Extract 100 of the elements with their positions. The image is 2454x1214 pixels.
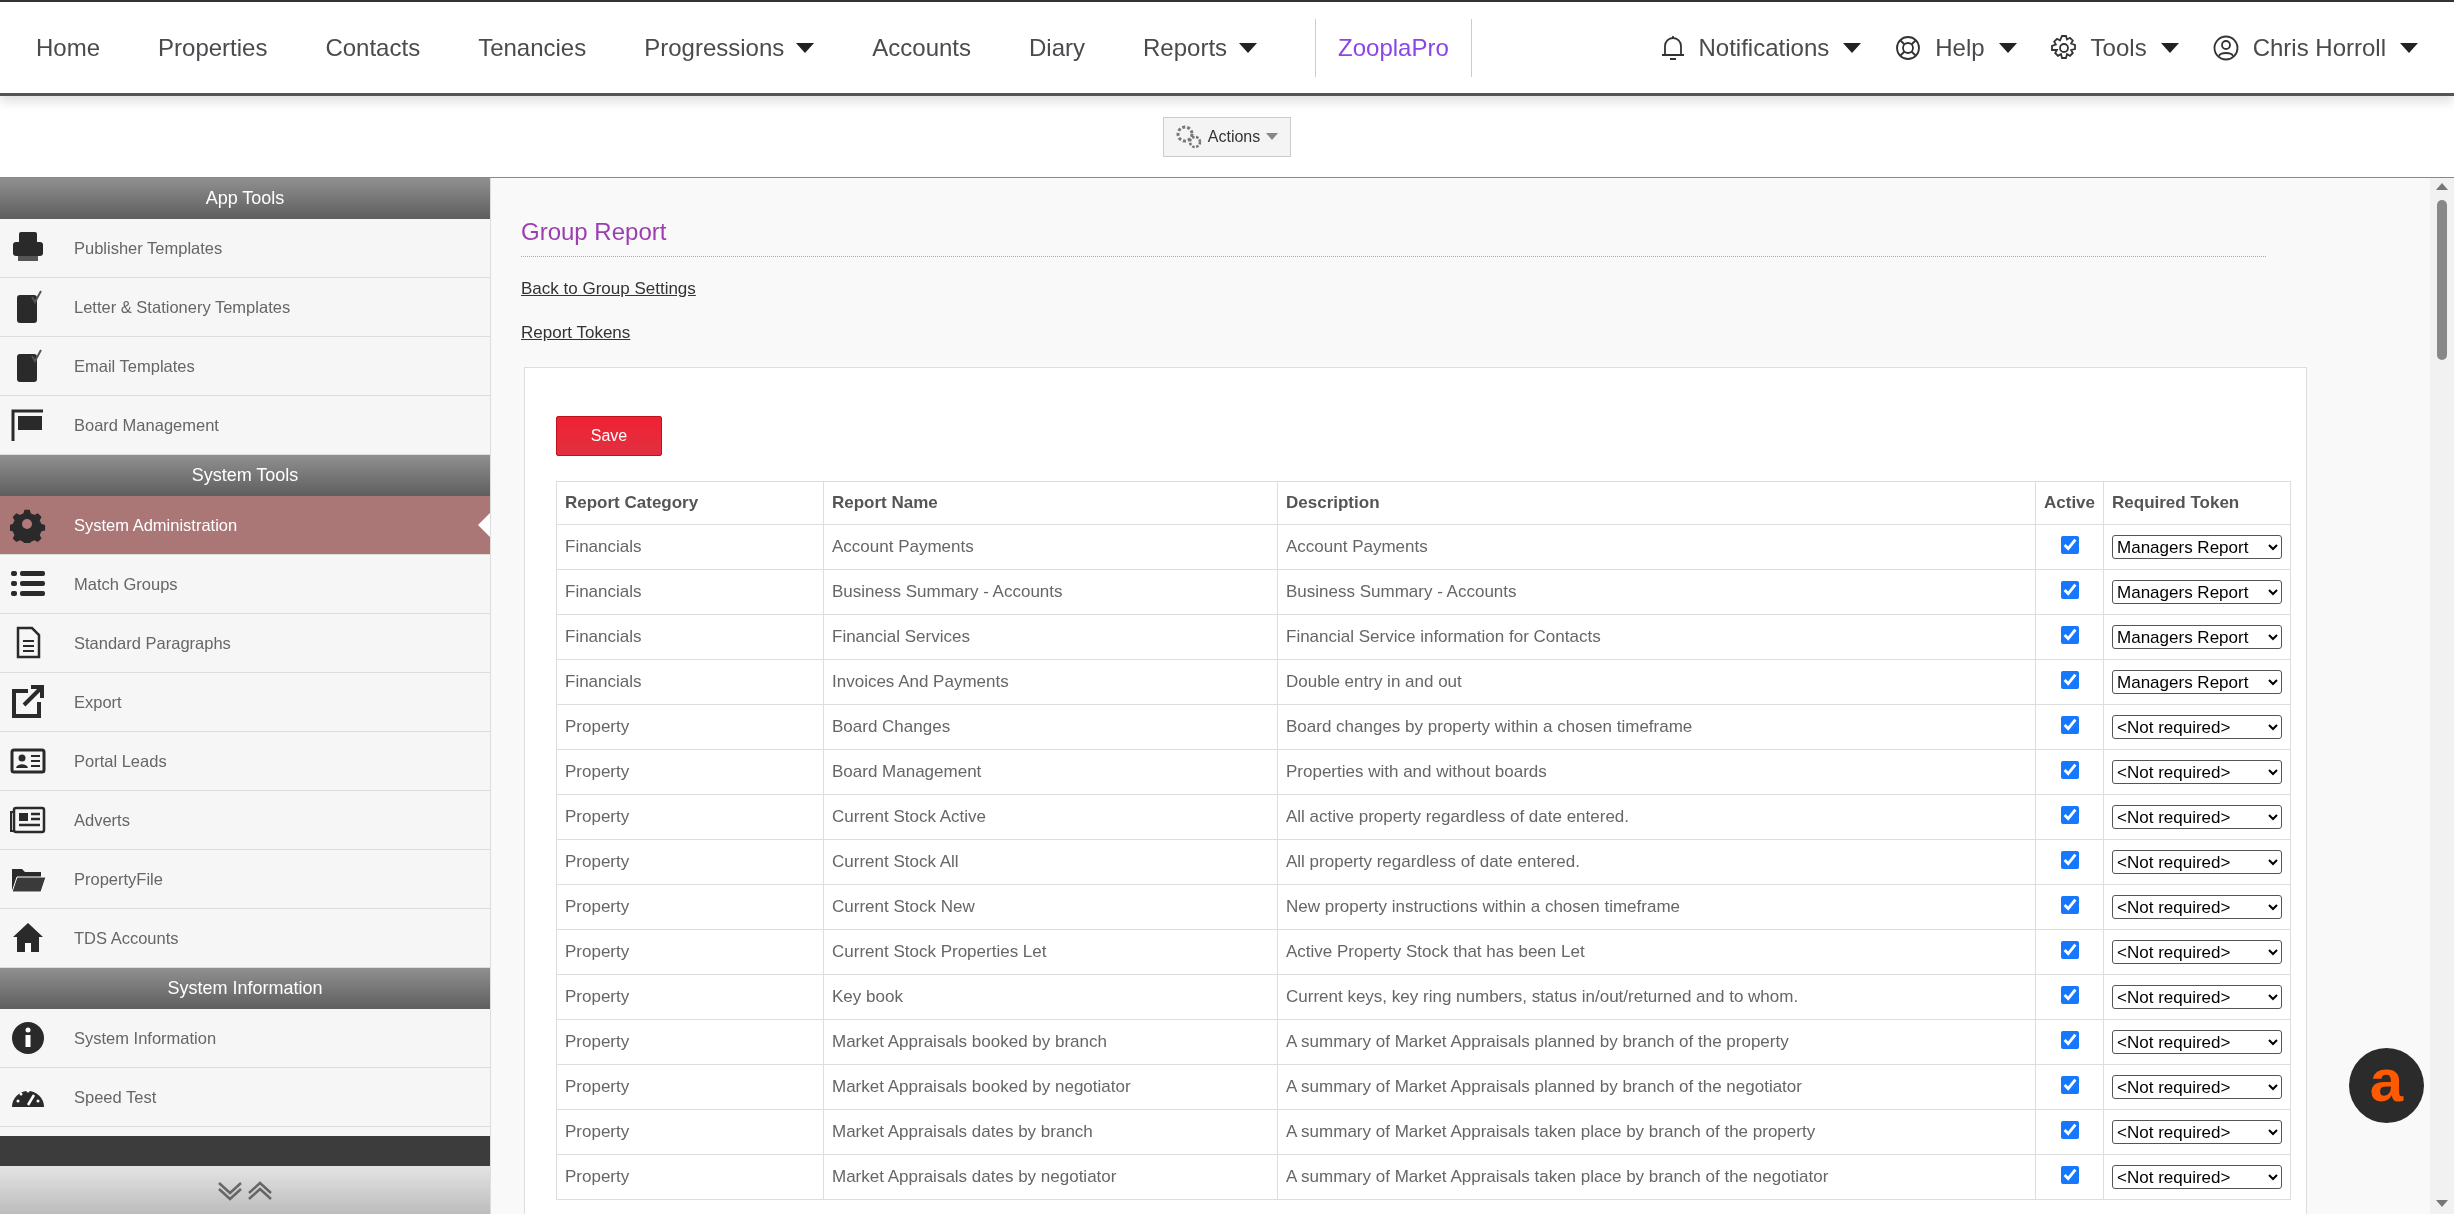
sidebar-item[interactable]: PropertyFile <box>0 850 490 909</box>
active-checkbox[interactable] <box>2060 940 2079 959</box>
active-checkbox[interactable] <box>2060 805 2079 824</box>
active-checkbox[interactable] <box>2060 985 2079 1004</box>
table-cell: Property <box>556 704 824 750</box>
table-cell: Board Changes <box>823 704 1278 750</box>
token-select[interactable]: Managers Report <box>2112 535 2283 559</box>
sidebar-section-header: System Tools <box>0 455 490 496</box>
token-select[interactable]: <Not required> <box>2112 805 2283 829</box>
active-checkbox[interactable] <box>2060 895 2079 914</box>
token-select[interactable]: Managers Report <box>2112 625 2283 649</box>
column-header: Active <box>2035 481 2104 525</box>
nav-menu[interactable]: Tools <box>2050 33 2179 62</box>
token-select[interactable]: <Not required> <box>2112 1120 2283 1144</box>
token-select[interactable]: <Not required> <box>2112 985 2283 1009</box>
token-select[interactable]: <Not required> <box>2112 760 2283 784</box>
nav-link[interactable]: Accounts <box>872 33 971 62</box>
bell-icon <box>1660 33 1685 62</box>
active-checkbox[interactable] <box>2060 535 2079 554</box>
nav-menu[interactable]: Chris Horroll <box>2212 33 2418 62</box>
active-checkbox[interactable] <box>2060 580 2079 599</box>
nav-link[interactable]: Contacts <box>325 33 421 62</box>
table-cell: Double entry in and out <box>1277 659 2036 705</box>
text-link[interactable]: Back to Group Settings <box>521 279 696 299</box>
nav-link[interactable]: Progressions <box>644 33 815 62</box>
table-cell: Property <box>556 1019 824 1065</box>
table-cell: Financials <box>556 659 824 705</box>
sidebar-item[interactable]: System Information <box>0 1009 490 1068</box>
table-cell: A summary of Market Appraisals planned by branch of the property <box>1277 1019 2036 1065</box>
page-title: Group Report <box>521 218 2266 257</box>
table-cell: Property <box>556 929 824 975</box>
table-cell: Financials <box>556 614 824 660</box>
table-cell: A summary of Market Appraisals planned by branch of the negotiator <box>1277 1064 2036 1110</box>
text-link[interactable]: Report Tokens <box>521 323 631 343</box>
token-select[interactable]: Managers Report <box>2112 670 2283 694</box>
token-select[interactable]: <Not required> <box>2112 1165 2283 1189</box>
table-cell: Current Stock All <box>823 839 1278 885</box>
table-cell: Account Payments <box>823 524 1278 570</box>
active-checkbox[interactable] <box>2060 670 2079 689</box>
table-cell: Property <box>556 1064 824 1110</box>
user-icon <box>2212 34 2239 61</box>
table-cell: Key book <box>823 974 1278 1020</box>
table-cell: Properties with and without boards <box>1277 749 2036 795</box>
table-cell: Financials <box>556 569 824 615</box>
column-header: Required Token <box>2103 481 2291 525</box>
column-header: Report Name <box>823 481 1278 525</box>
table-cell: Property <box>556 1154 824 1200</box>
nav-link[interactable]: Diary <box>1029 33 1085 62</box>
active-checkbox[interactable] <box>2060 760 2079 779</box>
column-header: Description <box>1277 481 2036 525</box>
collapse-expand-icon[interactable] <box>217 1179 273 1201</box>
token-select[interactable]: <Not required> <box>2112 1030 2283 1054</box>
table-cell: Active Property Stock that has been Let <box>1277 929 2036 975</box>
sidebar-item[interactable]: Adverts <box>0 791 490 850</box>
nav-link[interactable]: Properties <box>158 33 268 62</box>
sidebar-item[interactable]: Publisher Templates <box>0 219 490 278</box>
lifebuoy-icon <box>1895 34 1922 61</box>
table-cell: Current Stock Properties Let <box>823 929 1278 975</box>
actions-button[interactable]: Actions <box>1162 116 1292 157</box>
table-cell: Financial Service information for Contacts <box>1277 614 2036 660</box>
info-icon <box>10 1020 46 1056</box>
table-cell: All property regardless of date entered. <box>1277 839 2036 885</box>
nav-link[interactable]: Tenancies <box>478 33 587 62</box>
active-checkbox[interactable] <box>2060 1120 2079 1139</box>
token-select[interactable]: <Not required> <box>2112 940 2283 964</box>
brand-link[interactable]: ZooplaPro <box>1315 18 1472 77</box>
token-select[interactable]: <Not required> <box>2112 1075 2283 1099</box>
active-checkbox[interactable] <box>2060 850 2079 869</box>
nav-menu[interactable]: Notifications <box>1660 33 1862 62</box>
token-select[interactable]: <Not required> <box>2112 895 2283 919</box>
sidebar-item[interactable]: Email Templates <box>0 337 490 396</box>
nav-link[interactable]: Reports <box>1143 33 1258 62</box>
table-cell: Financials <box>556 524 824 570</box>
sidebar-item[interactable]: Portal Leads <box>0 732 490 791</box>
sidebar-item[interactable]: Standard Paragraphs <box>0 614 490 673</box>
sidebar-section-header: System Information <box>0 968 490 1009</box>
nav-menu[interactable]: Help <box>1895 33 2017 62</box>
save-button[interactable]: Save <box>556 416 662 456</box>
sidebar-item[interactable]: Match Groups <box>0 555 490 614</box>
table-cell: A summary of Market Appraisals taken place by branch of the negotiator <box>1277 1154 2036 1200</box>
active-checkbox[interactable] <box>2060 1165 2079 1184</box>
table-cell: A summary of Market Appraisals taken place by branch of the property <box>1277 1109 2036 1155</box>
sidebar-item[interactable]: Speed Test <box>0 1068 490 1127</box>
nav-link[interactable]: Home <box>36 33 101 62</box>
sidebar-item[interactable]: Letter & Stationery Templates <box>0 278 490 337</box>
table-cell: Property <box>556 884 824 930</box>
sidebar-item[interactable]: Export <box>0 673 490 732</box>
table-cell: Market Appraisals dates by branch <box>823 1109 1278 1155</box>
active-checkbox[interactable] <box>2060 625 2079 644</box>
table-cell: Business Summary - Accounts <box>1277 569 2036 615</box>
active-checkbox[interactable] <box>2060 1030 2079 1049</box>
table-cell: Property <box>556 1109 824 1155</box>
table-cell: Current Stock New <box>823 884 1278 930</box>
sidebar-item[interactable]: System Administration <box>0 496 490 555</box>
token-select[interactable]: Managers Report <box>2112 580 2283 604</box>
token-select[interactable]: <Not required> <box>2112 715 2283 739</box>
active-checkbox[interactable] <box>2060 1075 2079 1094</box>
chat-button[interactable]: a <box>2349 1048 2424 1123</box>
active-checkbox[interactable] <box>2060 715 2079 734</box>
token-select[interactable]: <Not required> <box>2112 850 2283 874</box>
